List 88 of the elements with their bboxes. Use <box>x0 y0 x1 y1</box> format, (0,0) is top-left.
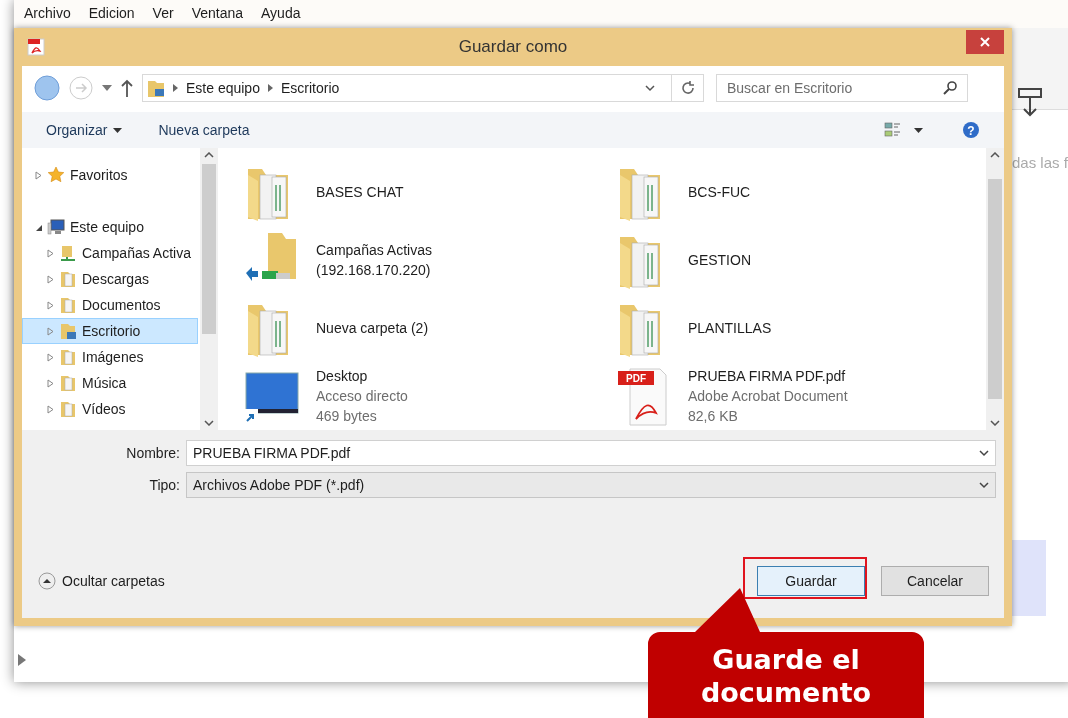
nav-item[interactable]: Descargas <box>22 266 198 292</box>
expand-arrow-icon[interactable] <box>47 378 54 388</box>
download-icon <box>1018 88 1044 118</box>
folder-icon <box>59 322 77 340</box>
expand-arrow-icon[interactable] <box>47 404 54 414</box>
callout-text: Guarde el documento <box>699 643 873 709</box>
expand-arrow-icon[interactable] <box>47 248 54 258</box>
menu-item[interactable]: Edicion <box>88 4 135 22</box>
network-folder-icon <box>59 244 77 262</box>
nav-item[interactable]: Este equipo <box>22 214 198 240</box>
nav-item[interactable]: Imágenes <box>22 344 198 370</box>
caret-icon <box>113 127 123 133</box>
file-name[interactable]: BCS-FUC <box>688 182 751 202</box>
expand-arrow-icon[interactable] <box>47 352 54 362</box>
chevron-down-icon[interactable] <box>979 481 989 489</box>
address-bar[interactable]: Este equipo Escritorio <box>142 74 704 102</box>
dialog-button[interactable]: Guardar <box>757 566 865 596</box>
scroll-down-icon[interactable] <box>990 420 1000 426</box>
expand-arrow-icon[interactable] <box>47 326 54 336</box>
file-detail: 469 bytes <box>316 407 378 426</box>
folder-icon <box>59 270 77 288</box>
search-icon <box>943 81 957 95</box>
scrollbar[interactable] <box>986 148 1004 430</box>
field-label: Tipo: <box>148 475 180 495</box>
star-icon <box>47 166 65 184</box>
folder-icon <box>59 374 77 392</box>
pdf-app-icon <box>26 37 46 57</box>
expand-arrow-icon[interactable] <box>35 170 42 180</box>
nav-item[interactable]: Música <box>22 370 198 396</box>
computer-icon <box>47 218 65 236</box>
folder-icon <box>59 348 77 366</box>
hide-folders-button[interactable]: Ocultar carpetas <box>38 570 165 592</box>
menu-item[interactable]: Ayuda <box>261 4 301 22</box>
close-button[interactable] <box>966 30 1004 54</box>
file-name[interactable]: Desktop <box>316 366 408 386</box>
nav-item[interactable]: Campañas Activa <box>22 240 198 266</box>
dialog-button[interactable]: Cancelar <box>881 566 989 596</box>
folder-icon <box>147 78 165 98</box>
type-dropdown[interactable]: Archivos Adobe PDF (*.pdf) <box>186 472 996 498</box>
breadcrumb-item[interactable]: Escritorio <box>280 77 340 99</box>
up-arrow-icon[interactable] <box>120 79 134 97</box>
chevron-right-icon[interactable] <box>267 84 273 92</box>
chevron-down-icon[interactable] <box>645 84 655 92</box>
scroll-down-icon[interactable] <box>204 420 214 426</box>
new-folder-button[interactable]: Nueva carpeta <box>158 119 250 141</box>
file-detail: (192.168.170.220) <box>316 261 432 280</box>
menu-item[interactable]: Ventana <box>191 4 243 22</box>
chevron-down-icon[interactable] <box>979 449 989 457</box>
field-label: Nombre: <box>125 443 180 463</box>
chevron-right-icon[interactable] <box>173 84 178 92</box>
close-icon <box>980 37 990 47</box>
scrollbar-thumb[interactable] <box>202 164 216 334</box>
scroll-up-icon[interactable] <box>990 152 1000 158</box>
file-detail: 82,6 KB <box>688 407 739 426</box>
organize-menu[interactable]: Organizar <box>46 119 123 141</box>
file-name[interactable]: Campañas Activas <box>316 240 432 260</box>
file-name[interactable]: GESTION <box>688 250 751 270</box>
file-name[interactable]: Nueva carpeta (2) <box>316 318 429 338</box>
background-text: das las f <box>1012 153 1068 173</box>
file-detail: Acceso directo <box>316 387 408 406</box>
scrollbar-thumb[interactable] <box>988 179 1002 399</box>
scrollbar[interactable] <box>200 148 218 430</box>
file-detail: Adobe Acrobat Document <box>688 387 848 406</box>
search-field[interactable]: Buscar en Escritorio <box>716 74 968 102</box>
history-dropdown-icon[interactable] <box>102 85 112 91</box>
help-icon[interactable]: ? <box>962 121 980 139</box>
refresh-icon <box>680 81 695 95</box>
menu-item[interactable]: Ver <box>152 4 174 22</box>
nav-item[interactable]: Escritorio <box>22 318 198 344</box>
expand-arrow-icon[interactable] <box>47 300 54 310</box>
collapse-icon <box>38 572 56 590</box>
back-button[interactable] <box>34 75 60 101</box>
expand-icon <box>18 654 26 666</box>
file-name[interactable]: PLANTILLAS <box>688 318 772 338</box>
menu-item[interactable]: Archivo <box>24 4 71 22</box>
view-options-icon[interactable] <box>884 122 924 138</box>
filename-field[interactable]: PRUEBA FIRMA PDF.pdf <box>186 440 996 466</box>
nav-item[interactable]: Documentos <box>22 292 198 318</box>
nav-item[interactable]: Vídeos <box>22 396 198 422</box>
scroll-up-icon[interactable] <box>204 152 214 158</box>
folder-icon <box>59 400 77 418</box>
breadcrumb-item[interactable]: Este equipo <box>186 77 260 99</box>
expand-arrow-icon[interactable] <box>47 274 54 284</box>
dialog-title: Guardar como <box>458 36 568 59</box>
nav-item[interactable]: Favoritos <box>22 162 198 188</box>
file-name[interactable]: PRUEBA FIRMA PDF.pdf <box>688 366 848 386</box>
file-name[interactable]: BASES CHAT <box>316 182 404 202</box>
folder-icon <box>59 296 77 314</box>
